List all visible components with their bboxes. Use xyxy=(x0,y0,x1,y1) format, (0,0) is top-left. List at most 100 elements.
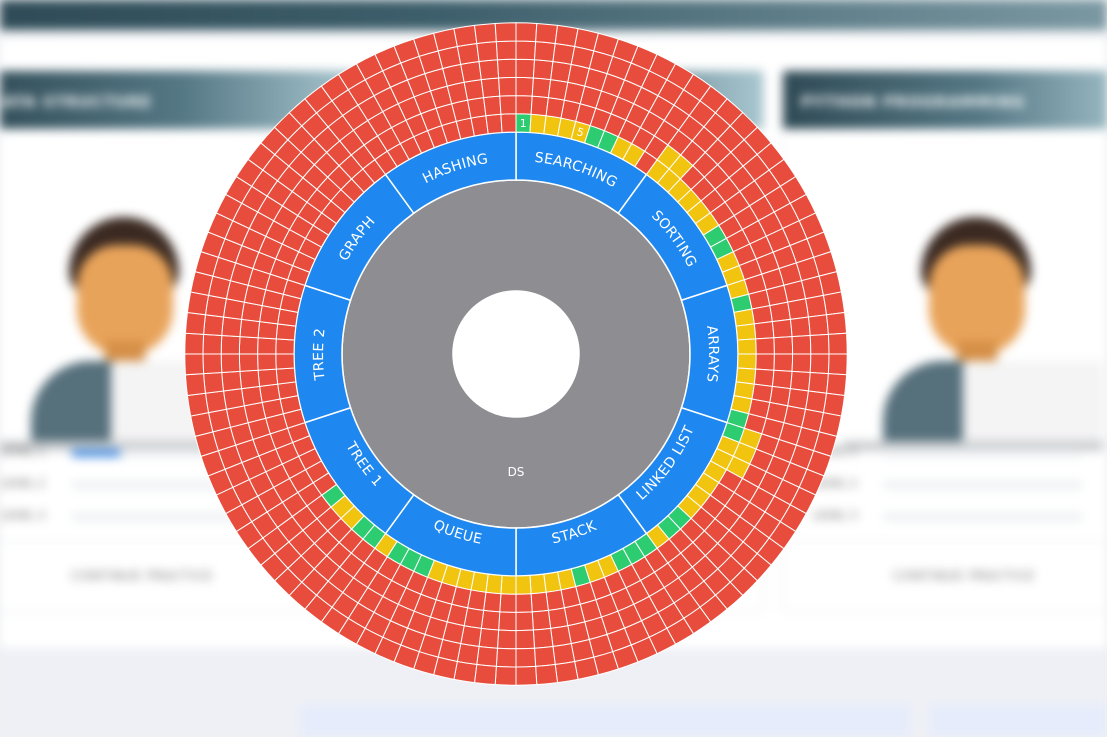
skill-cell-red[interactable] xyxy=(480,609,501,631)
skill-cell-red[interactable] xyxy=(552,642,576,666)
skill-cell-red[interactable] xyxy=(275,367,297,385)
skill-cell-red[interactable] xyxy=(751,304,773,325)
skill-cell-red[interactable] xyxy=(221,370,243,392)
skill-cell-red[interactable] xyxy=(257,368,279,387)
skill-cell-red[interactable] xyxy=(809,353,830,375)
skill-cell-red[interactable] xyxy=(753,321,775,340)
skill-cell-red[interactable] xyxy=(530,591,549,613)
skill-cell-red[interactable] xyxy=(789,370,811,392)
skill-cell-red[interactable] xyxy=(515,611,534,632)
skill-cell-red[interactable] xyxy=(275,353,295,370)
skill-cell-red[interactable] xyxy=(473,22,497,45)
skill-cell-red[interactable] xyxy=(433,28,458,52)
skill-cell-red[interactable] xyxy=(190,412,214,437)
skill-cell-red[interactable] xyxy=(456,42,480,66)
skill-cell-red[interactable] xyxy=(241,385,263,407)
skill-cell-yellow[interactable] xyxy=(485,573,503,595)
skill-cell-red[interactable] xyxy=(476,645,499,667)
skill-cell-red[interactable] xyxy=(755,353,775,371)
skill-cell-red[interactable] xyxy=(773,336,794,355)
skill-cell-yellow[interactable] xyxy=(735,367,757,385)
skill-cell-red[interactable] xyxy=(257,353,277,371)
skill-cell-red[interactable] xyxy=(809,333,830,355)
skill-cell-red[interactable] xyxy=(533,41,556,63)
skill-cell-red[interactable] xyxy=(827,332,848,355)
skill-cell-red[interactable] xyxy=(220,353,241,374)
skill-cell-red[interactable] xyxy=(485,113,503,135)
skill-cell-red[interactable] xyxy=(530,95,549,117)
skill-cell-red[interactable] xyxy=(498,76,517,97)
skill-cell-red[interactable] xyxy=(771,318,793,339)
skill-cell-red[interactable] xyxy=(822,291,846,316)
skill-cell-red[interactable] xyxy=(478,627,500,649)
skill-cell-red[interactable] xyxy=(515,58,536,79)
skill-cell-red[interactable] xyxy=(257,321,279,340)
skill-cell-red[interactable] xyxy=(789,316,811,338)
skill-cell-red[interactable] xyxy=(499,593,517,613)
skill-cell-yellow[interactable] xyxy=(529,573,547,595)
skill-cell-red[interactable] xyxy=(554,660,579,684)
skill-cell-red[interactable] xyxy=(535,663,559,686)
skill-cell-yellow[interactable] xyxy=(500,575,517,595)
skill-cell-red[interactable] xyxy=(532,627,554,649)
skill-cell-red[interactable] xyxy=(515,22,538,43)
skill-cell-red[interactable] xyxy=(496,629,517,650)
skill-cell-red[interactable] xyxy=(515,629,536,650)
skill-cell-red[interactable] xyxy=(535,22,559,45)
skill-cell-red[interactable] xyxy=(275,338,295,355)
skill-cell-red[interactable] xyxy=(500,113,517,133)
skill-cell-red[interactable] xyxy=(480,77,501,99)
skill-cell-red[interactable] xyxy=(807,314,829,337)
skill-cell-yellow[interactable] xyxy=(529,113,547,135)
skill-cell-red[interactable] xyxy=(463,79,485,101)
skill-cell-red[interactable] xyxy=(550,625,572,648)
skill-cell-red[interactable] xyxy=(460,60,482,83)
skill-cell-red[interactable] xyxy=(184,332,205,355)
skill-cell-red[interactable] xyxy=(822,392,846,417)
skill-cell-red[interactable] xyxy=(545,589,566,611)
skill-cell-yellow[interactable] xyxy=(737,353,757,370)
skill-cell-red[interactable] xyxy=(515,40,537,61)
skill-cell-red[interactable] xyxy=(203,371,225,394)
skill-cell-yellow[interactable] xyxy=(733,308,755,327)
skill-cell-red[interactable] xyxy=(787,298,810,320)
skill-cell-red[interactable] xyxy=(818,271,842,296)
skill-cell-red[interactable] xyxy=(825,373,848,397)
skill-cell-red[interactable] xyxy=(222,388,245,410)
skill-cell-red[interactable] xyxy=(483,95,502,117)
skill-cell-red[interactable] xyxy=(238,336,259,355)
skill-cell-red[interactable] xyxy=(515,647,537,668)
skill-cell-red[interactable] xyxy=(825,311,848,335)
skill-cell-red[interactable] xyxy=(494,22,517,43)
skill-cell-red[interactable] xyxy=(515,95,533,115)
skill-cell-red[interactable] xyxy=(473,663,497,686)
skill-cell-red[interactable] xyxy=(483,591,502,613)
skill-cell-red[interactable] xyxy=(239,369,261,390)
skill-cell-yellow[interactable] xyxy=(737,338,757,355)
skill-cell-red[interactable] xyxy=(531,77,552,99)
skill-cell-red[interactable] xyxy=(496,58,517,79)
skill-cell-red[interactable] xyxy=(202,353,223,375)
skill-cell-red[interactable] xyxy=(515,593,533,613)
skill-cell-red[interactable] xyxy=(769,301,791,323)
skill-cell-red[interactable] xyxy=(499,95,517,115)
skill-cell-red[interactable] xyxy=(773,353,794,372)
skill-cell-red[interactable] xyxy=(220,334,241,355)
skill-cell-red[interactable] xyxy=(204,390,228,414)
skill-cell-red[interactable] xyxy=(554,24,579,48)
skill-cell-red[interactable] xyxy=(495,40,517,61)
skill-cell-yellow[interactable] xyxy=(515,575,532,595)
skill-cell-red[interactable] xyxy=(533,645,556,667)
skill-cell-red[interactable] xyxy=(221,316,243,338)
skill-cell-red[interactable] xyxy=(495,647,517,668)
skill-cell-red[interactable] xyxy=(466,97,487,119)
skill-cell-red[interactable] xyxy=(202,333,223,355)
skill-cell-red[interactable] xyxy=(238,353,259,372)
skill-cell-red[interactable] xyxy=(755,337,775,355)
skill-cell-red[interactable] xyxy=(531,609,552,631)
skill-cell-red[interactable] xyxy=(453,660,478,684)
skill-cell-red[interactable] xyxy=(277,381,299,400)
skill-cell-red[interactable] xyxy=(476,41,499,63)
skill-cell-red[interactable] xyxy=(574,656,599,680)
skill-cell-red[interactable] xyxy=(259,383,281,404)
